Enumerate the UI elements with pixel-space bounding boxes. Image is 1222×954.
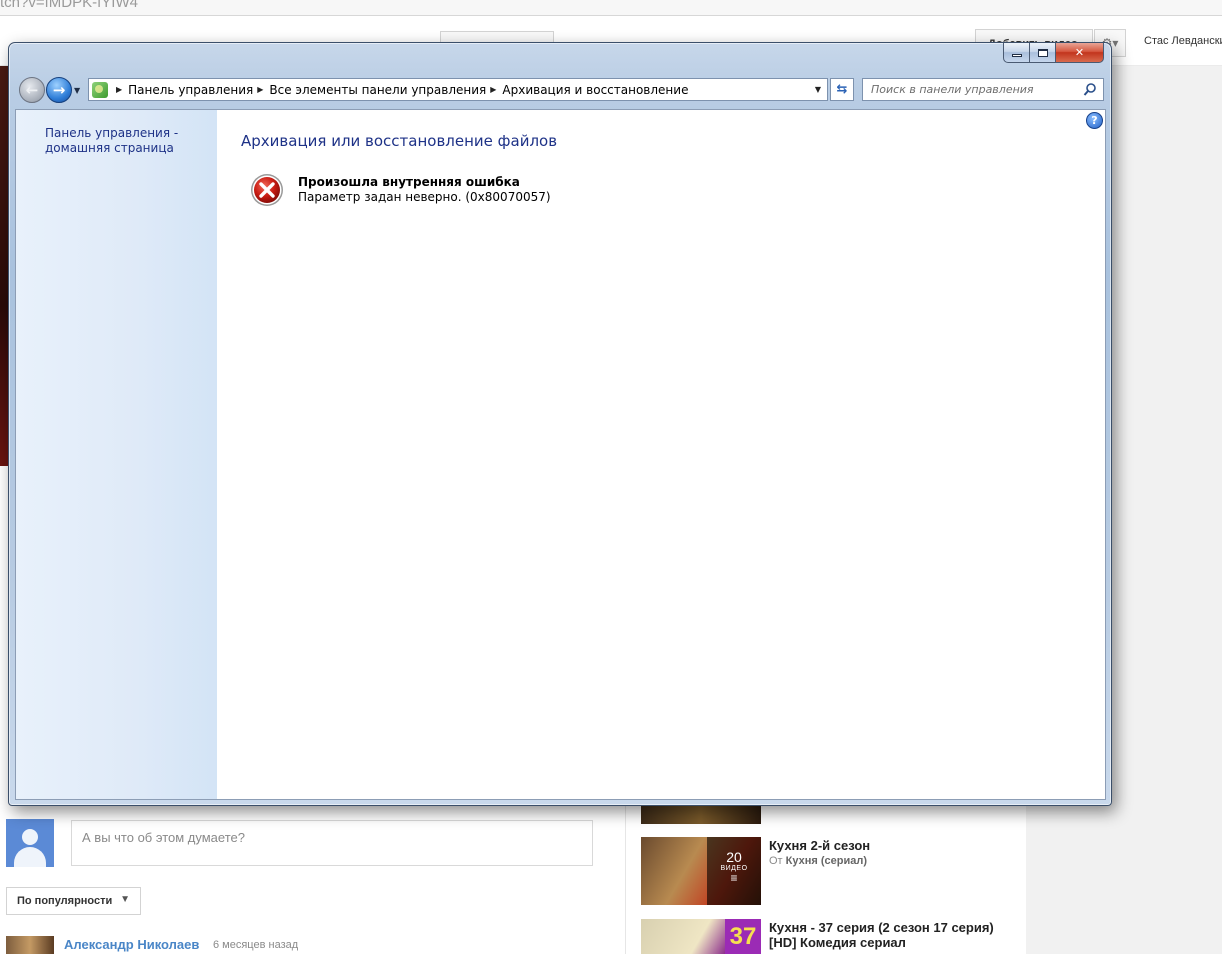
sort-dropdown[interactable]: По популярности ▼ <box>6 887 141 915</box>
browser-address-bar[interactable]: tch?v=fMDPK-fYIW4 <box>0 0 1222 16</box>
video-thumbnail[interactable]: 20 ВИДЕО ≡ <box>641 837 761 905</box>
breadcrumb-backup-restore[interactable]: Архивация и восстановление <box>502 83 688 97</box>
address-bar[interactable]: ▶ Панель управления ▶ Все элементы панел… <box>88 78 828 101</box>
avatar <box>6 819 54 867</box>
maximize-icon <box>1037 48 1048 57</box>
page-title: Архивация или восстановление файлов <box>241 132 558 150</box>
refresh-icon: ⇆ <box>836 82 848 97</box>
playlist-icon: ≡ <box>730 871 738 885</box>
video-channel: От Кухня (сериал) <box>769 855 868 867</box>
comment-input[interactable]: А вы что об этом думаете? <box>71 820 593 866</box>
sort-label: По популярности <box>17 895 113 907</box>
video-thumbnail[interactable]: 37 <box>641 919 761 954</box>
control-panel-window: ✕ ← → ▼ ▶ Панель управления ▶ Все элемен… <box>8 42 1112 806</box>
playlist-overlay: 20 ВИДЕО ≡ <box>707 837 761 905</box>
episode-badge: 37 <box>725 919 761 954</box>
search-placeholder: Поиск в панели управления <box>871 83 1034 96</box>
playlist-count: 20 <box>726 849 742 865</box>
forward-button[interactable]: → <box>46 77 72 103</box>
breadcrumb-separator[interactable]: ▶ <box>116 85 122 94</box>
channel-link[interactable]: Кухня (сериал) <box>786 855 867 867</box>
minimize-button[interactable] <box>1003 43 1030 63</box>
comment-time: 6 месяцев назад <box>213 939 299 951</box>
user-name[interactable]: Стас Левданский <box>1144 35 1222 47</box>
close-icon: ✕ <box>1074 46 1085 59</box>
comment-author-link[interactable]: Александр Николаев <box>64 937 199 952</box>
browser-url-text: tch?v=fMDPK-fYIW4 <box>0 0 138 11</box>
breadcrumb-separator[interactable]: ▶ <box>490 85 496 94</box>
control-panel-home-link[interactable]: Панель управления - домашняя страница <box>45 126 205 156</box>
video-title[interactable]: Кухня 2-й сезон <box>769 838 870 853</box>
close-button[interactable]: ✕ <box>1056 43 1104 63</box>
recent-pages-dropdown[interactable]: ▼ <box>74 86 80 95</box>
task-pane: Панель управления - домашняя страница <box>16 110 217 799</box>
minimize-icon <box>1011 54 1022 57</box>
refresh-button[interactable]: ⇆ <box>830 78 854 101</box>
error-title: Произошла внутренняя ошибка <box>298 175 520 189</box>
comment-author-avatar[interactable] <box>6 936 54 954</box>
chevron-down-icon: ▼ <box>120 894 130 905</box>
control-panel-icon <box>92 81 108 98</box>
window-caption-buttons: ✕ <box>1003 43 1104 63</box>
back-button[interactable]: ← <box>19 77 45 103</box>
maximize-button[interactable] <box>1030 43 1056 63</box>
control-panel-search-input[interactable]: Поиск в панели управления <box>862 78 1104 101</box>
help-icon[interactable]: ? <box>1086 112 1103 129</box>
forward-arrow-icon: → <box>52 81 66 99</box>
error-x-icon <box>251 174 283 206</box>
search-icon[interactable] <box>1083 82 1097 97</box>
breadcrumb-separator[interactable]: ▶ <box>257 85 263 94</box>
address-history-dropdown[interactable]: ▼ <box>809 79 827 100</box>
back-arrow-icon: ← <box>25 81 39 99</box>
breadcrumb-control-panel[interactable]: Панель управления <box>128 83 253 97</box>
error-message: Параметр задан неверно. (0x80070057) <box>298 190 551 204</box>
video-title[interactable]: Кухня - 37 серия (2 сезон 17 серия) [HD]… <box>769 920 1014 950</box>
breadcrumb-all-items[interactable]: Все элементы панели управления <box>269 83 486 97</box>
content-area: Панель управления - домашняя страница ? … <box>15 109 1106 800</box>
